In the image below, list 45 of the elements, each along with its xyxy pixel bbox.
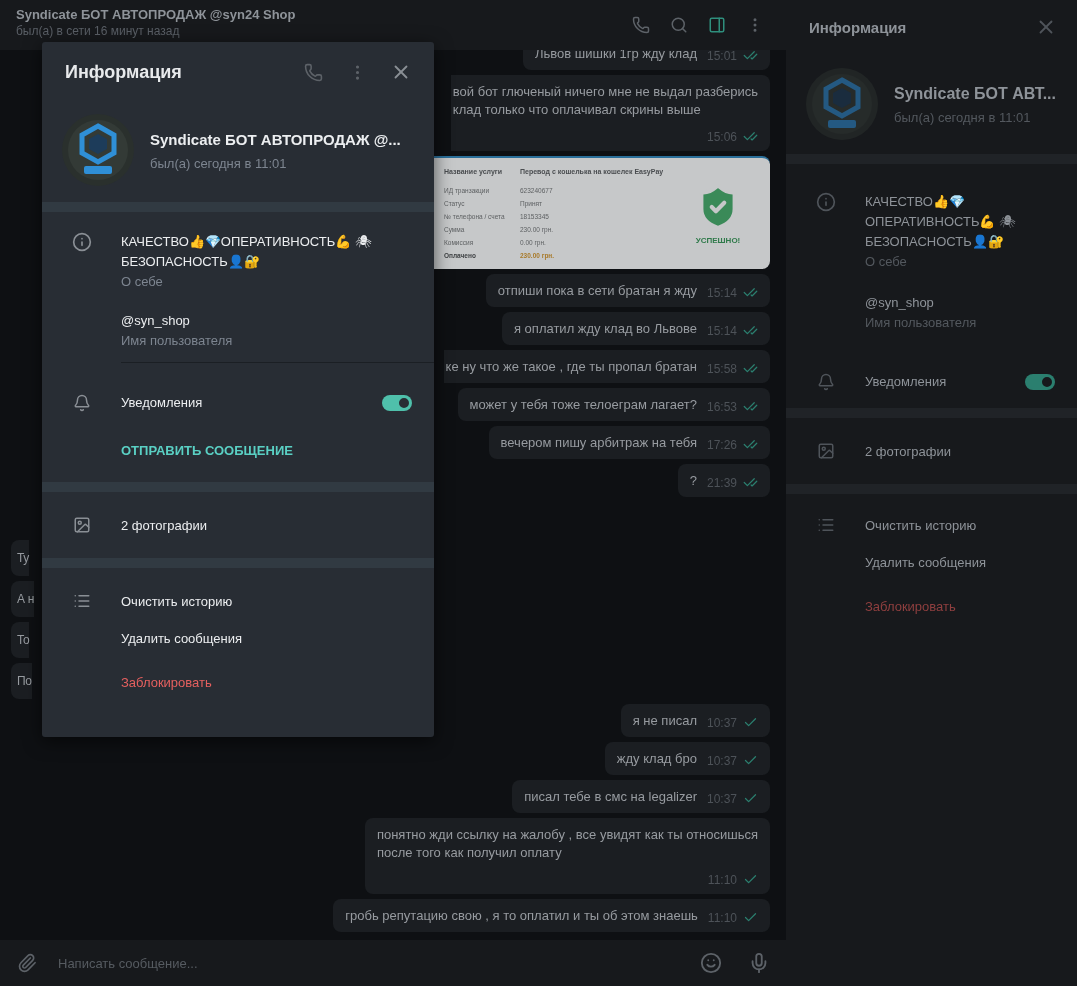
username-label: Имя пользователя (121, 333, 234, 348)
bell-icon (72, 394, 91, 412)
bio-text: КАЧЕСТВО👍💎ОПЕРАТИВНОСТЬ💪 🕷 БЕЗОПАСНОСТЬ👤🔐 (121, 233, 373, 271)
success-text: УСПЕШНО! (695, 236, 741, 245)
bio-text: КАЧЕСТВО👍💎ОПЕРАТИВНОСТЬ💪 🕷 БЕЗОПАСНОСТЬ👤🔐 (865, 193, 1018, 251)
message-input[interactable]: Написать сообщение... (56, 954, 682, 972)
bio-label: О себе (865, 254, 908, 269)
action-item[interactable]: Заблокировать (121, 675, 412, 690)
username-text: @syn_shop (121, 312, 191, 330)
panel-title: Информация (809, 18, 907, 36)
username-label: Имя пользователя (865, 315, 978, 330)
list-icon (72, 592, 91, 610)
panel-title: Информация (65, 61, 182, 83)
notifications-toggle[interactable] (382, 395, 412, 411)
contact-name: Syndicate БОТ АВТ... (894, 83, 1056, 104)
info-icon (815, 192, 836, 212)
list-icon (816, 516, 835, 534)
bio-label: О себе (121, 274, 164, 289)
username-text: @syn_shop (865, 294, 935, 312)
image-icon (816, 442, 835, 460)
contact-status: был(а) сегодня в 11:01 (894, 109, 1032, 125)
photos-link[interactable]: 2 фотографии (121, 517, 412, 533)
notifications-label: Уведомления (865, 373, 947, 391)
action-item[interactable]: Очистить историю (865, 517, 1055, 533)
action-item[interactable]: Удалить сообщения (865, 555, 1055, 570)
action-item[interactable]: Очистить историю (121, 593, 412, 609)
image-icon (72, 516, 91, 534)
notifications-label: Уведомления (121, 394, 203, 412)
chat-status: был(а) в сети 16 минут назад (16, 23, 181, 38)
bell-icon (816, 373, 835, 391)
message-composer[interactable]: Написать сообщение... (0, 940, 786, 986)
message-bubble: По (11, 663, 32, 699)
photos-link[interactable]: 2 фотографии (865, 443, 1055, 459)
action-item[interactable]: Удалить сообщения (121, 631, 412, 646)
chat-title: Syndicate БОТ АВТОПРОДАЖ @syn24 Shop (16, 6, 297, 22)
message-bubble: То (11, 622, 30, 658)
message-bubble: А н (11, 581, 35, 617)
avatar-logo (62, 114, 134, 186)
notifications-toggle[interactable] (1025, 374, 1055, 390)
info-icon (71, 232, 92, 252)
message-bubble: Ту (11, 540, 30, 576)
contact-status: был(а) сегодня в 11:01 (150, 155, 288, 171)
send-message-link[interactable]: ОТПРАВИТЬ СООБЩЕНИЕ (121, 443, 412, 458)
contact-name: Syndicate БОТ АВТОПРОДАЖ @... (150, 129, 401, 150)
avatar-logo (806, 68, 878, 140)
